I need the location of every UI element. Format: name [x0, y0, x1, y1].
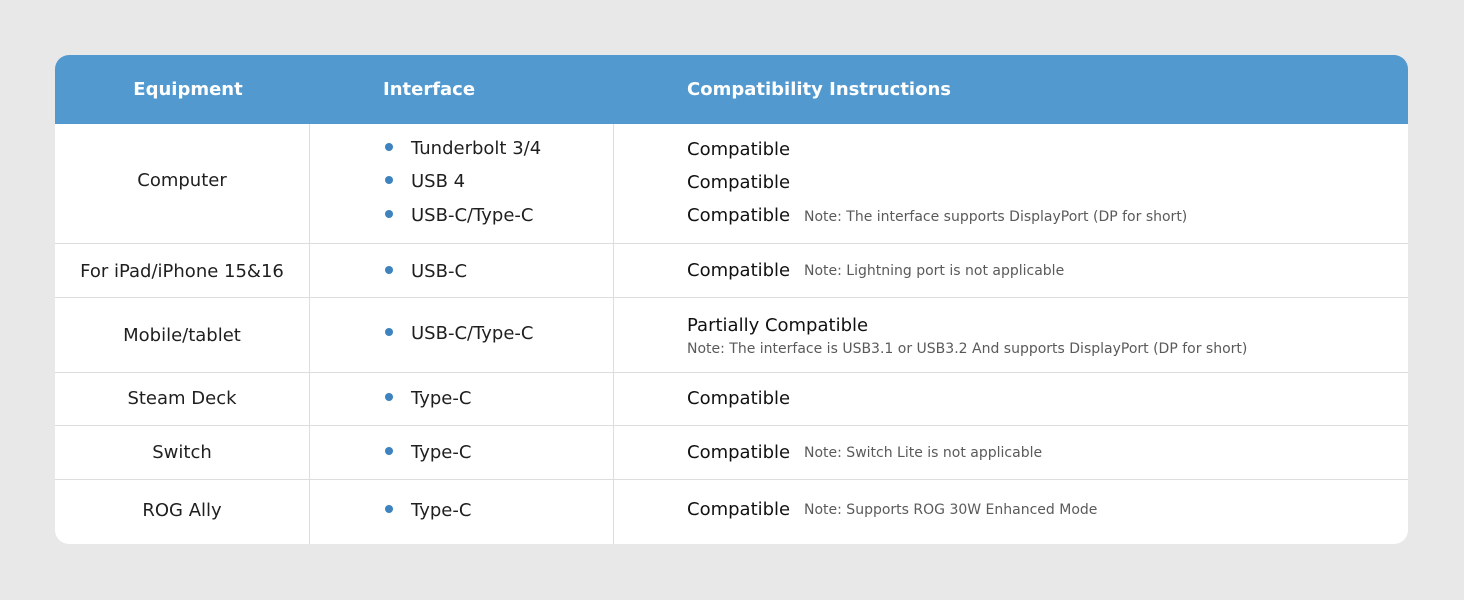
header-equipment: Equipment — [133, 79, 243, 100]
interface-item: Tunderbolt 3/4 — [385, 138, 541, 159]
status-text: Compatible — [687, 388, 791, 409]
interface-item: USB-C — [385, 261, 467, 282]
note-text: Note: Lightning port is not applicable — [804, 263, 1065, 279]
header-compatibility: Compatibility Instructions — [687, 79, 951, 100]
status-text: Partially Compatible — [687, 315, 869, 336]
equipment-cell: For iPad/iPhone 15&16 — [80, 261, 284, 282]
table-row: Computer Tunderbolt 3/4 USB 4 USB-C/Type… — [55, 124, 1408, 243]
table-row: Switch Type-C Compatible Note: Switch Li… — [55, 425, 1408, 480]
status-text: Compatible — [687, 205, 791, 226]
note-text: Note: The interface supports DisplayPort… — [804, 209, 1188, 225]
compatibility-table: Equipment Interface Compatibility Instru… — [55, 55, 1408, 544]
bullet-icon — [385, 447, 393, 455]
equipment-cell: Mobile/tablet — [123, 325, 241, 346]
equipment-cell: Computer — [137, 170, 227, 191]
equipment-cell: ROG Ally — [142, 500, 222, 521]
interface-item: Type-C — [385, 442, 471, 463]
equipment-cell: Steam Deck — [127, 388, 237, 409]
table-row: For iPad/iPhone 15&16 USB-C Compatible N… — [55, 243, 1408, 298]
table-row: Steam Deck Type-C Compatible — [55, 372, 1408, 426]
bullet-icon — [385, 328, 393, 336]
status-text: Compatible — [687, 139, 791, 160]
status-text: Compatible — [687, 260, 791, 281]
interface-item: Type-C — [385, 500, 471, 521]
header-interface: Interface — [383, 79, 476, 100]
table-row: ROG Ally Type-C Compatible Note: Support… — [55, 479, 1408, 544]
bullet-icon — [385, 143, 393, 151]
bullet-icon — [385, 176, 393, 184]
table-row: Mobile/tablet USB-C/Type-C Partially Com… — [55, 297, 1408, 373]
status-text: Compatible — [687, 442, 791, 463]
status-text: Compatible — [687, 172, 791, 193]
bullet-icon — [385, 505, 393, 513]
interface-item: Type-C — [385, 388, 471, 409]
bullet-icon — [385, 266, 393, 274]
table-header: Equipment Interface Compatibility Instru… — [55, 55, 1408, 124]
interface-item: USB 4 — [385, 171, 465, 192]
bullet-icon — [385, 210, 393, 218]
note-text: Note: Supports ROG 30W Enhanced Mode — [804, 502, 1098, 518]
interface-item: USB-C/Type-C — [385, 205, 533, 226]
equipment-cell: Switch — [152, 442, 212, 463]
note-text: Note: Switch Lite is not applicable — [804, 445, 1043, 461]
interface-item: USB-C/Type-C — [385, 323, 533, 344]
status-text: Compatible — [687, 499, 791, 520]
note-text: Note: The interface is USB3.1 or USB3.2 … — [687, 341, 1248, 357]
bullet-icon — [385, 393, 393, 401]
